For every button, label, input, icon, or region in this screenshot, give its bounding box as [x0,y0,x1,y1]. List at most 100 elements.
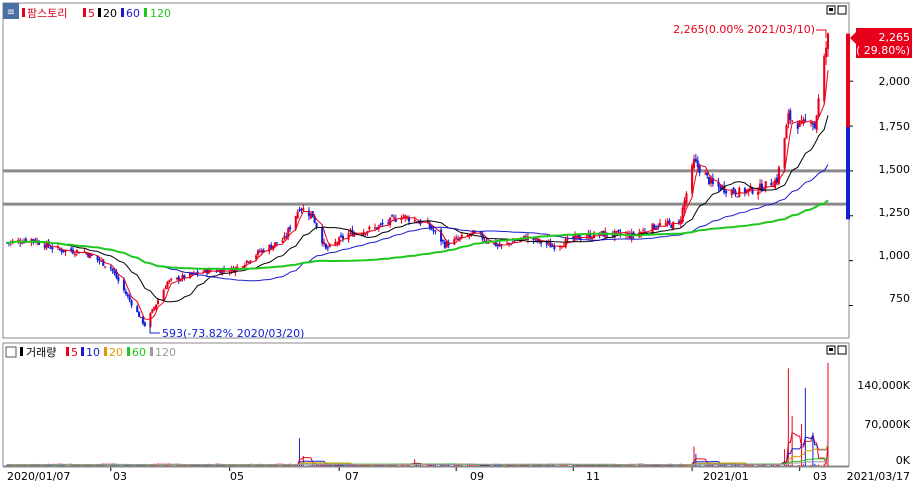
vol-legend-60: 60 [132,346,146,359]
candle-body [523,235,526,238]
candle-body [677,221,680,223]
candle-body [168,280,171,282]
candle-body [43,245,46,248]
legend-ma60-marker [121,8,124,17]
candle-body [139,317,143,319]
candle-body [62,250,65,252]
candle-body [708,177,711,185]
candle-body [113,270,116,274]
vol-tick-label: 140,000K [857,379,910,392]
candle-body [324,243,328,249]
high-annotation-text: 2,265(0.00% 2021/03/10) [673,23,815,36]
y-tick-label: 1,750 [879,120,911,133]
candle-body [813,123,816,128]
candle-body [260,249,263,253]
legend-ma20: 20 [103,7,117,20]
high-annotation: 2,265(0.00% 2021/03/10) [673,23,827,38]
candle-body [175,277,178,280]
candle-body [275,242,278,244]
candle-body [381,222,384,225]
candle-body [785,125,788,139]
vol-legend-5: 5 [71,346,78,359]
candle-body [400,218,403,221]
candle-body [817,98,820,116]
panel-close-icon[interactable] [837,5,847,15]
candle-body [98,259,101,262]
candle-body [283,235,286,240]
candle-body [432,230,435,232]
y-tick-label: 750 [889,292,910,305]
candle-body [443,241,446,248]
stock-chart: ≡ 팜스토리 5 20 60 120 거래량 5 10 20 60 120 2,… [0,0,913,483]
candle-body [90,254,93,256]
candle-body [281,240,284,243]
candle-body [466,235,469,237]
candle-body [124,291,127,294]
vol-legend-10-marker [81,347,84,356]
y-tick-label: 1,000 [879,249,911,262]
candle-body [368,226,371,230]
candle-body [696,160,699,168]
candle-body [668,220,671,224]
candle-body [392,217,395,219]
badge-pointer [850,32,856,44]
candle-body [791,120,794,122]
candle-body [128,296,131,301]
candle-body [321,227,324,244]
vol-legend-20: 20 [109,346,123,359]
candle-body [825,47,828,58]
low-annotation-text: 593(-73.82% 2020/03/20) [162,327,304,340]
candle-body [691,165,694,193]
candle-body [117,277,120,281]
x-tick-label: 05 [230,470,244,483]
candle-body [109,266,112,269]
legend-ma60: 60 [126,7,140,20]
x-tick-label: 2021/01 [703,470,749,483]
candle-body [315,222,318,228]
candle-body [506,242,509,244]
candle-body [258,251,261,253]
x-tick-label: 07 [345,470,359,483]
candle-body [575,235,579,238]
candle-body [434,230,437,232]
vol-legend-60-marker [127,347,130,356]
candle-body [653,224,656,230]
candle-body [138,311,141,318]
candle-body [757,191,760,195]
panel-restore-icon-inner [829,8,833,11]
candle-body [373,227,377,229]
legend-ma5: 5 [88,7,95,20]
candle-body [453,239,456,245]
candle-body [551,245,554,247]
legend-ma20-marker [98,8,101,17]
vol-tick-label: 0K [896,454,911,467]
candle-body [441,239,445,242]
last-day-range-bar [846,126,850,220]
candle-body [692,159,696,169]
x-tick-label: 2020/01/07 [7,470,70,483]
candle-body [130,300,133,306]
candle-body [151,309,154,313]
candle-body [470,232,473,234]
volume-menu-icon[interactable] [5,346,17,358]
candle-body [87,253,90,257]
vol-panel-close-icon[interactable] [837,345,847,355]
candle-body [323,241,326,245]
candle-body [725,190,728,194]
last-day-up-bar [846,33,850,127]
candle-body [51,247,54,250]
candle-body [617,229,620,232]
candle-body [326,247,329,249]
y-tick-label: 2,000 [879,75,911,88]
candle-body [302,208,305,211]
candle-body [413,219,416,222]
badge-change: ( 29.80%) [856,44,910,57]
chart-canvas: ≡ 팜스토리 5 20 60 120 거래량 5 10 20 60 120 2,… [2,2,912,483]
candle-body [390,215,394,217]
candle-body [270,245,273,249]
candle-body [256,250,260,255]
candle-body [241,266,244,268]
badge-price: 2,265 [879,31,911,44]
candle-body [545,242,548,245]
candle-body [796,123,799,129]
